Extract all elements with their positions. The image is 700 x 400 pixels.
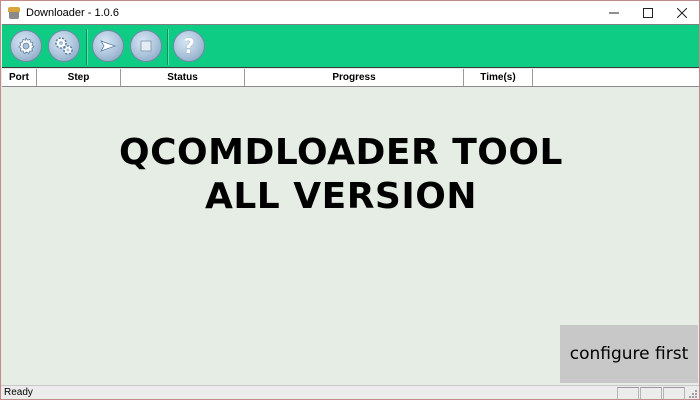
- banner-text: QCOMDLOADER TOOL ALL VERSION: [1, 131, 681, 219]
- banner-line-2: ALL VERSION: [204, 176, 477, 217]
- window-title: Downloader - 1.0.6: [26, 6, 119, 19]
- settings-button[interactable]: [10, 30, 42, 62]
- status-panel: [663, 387, 685, 399]
- maximize-icon: [643, 7, 653, 18]
- close-button[interactable]: [665, 1, 699, 24]
- resize-grip-icon[interactable]: [687, 388, 698, 399]
- advanced-settings-button[interactable]: [48, 30, 80, 62]
- toolbar-separator: [167, 29, 169, 65]
- minimize-icon: [609, 12, 619, 13]
- minimize-button[interactable]: [597, 1, 631, 24]
- close-icon: [677, 7, 687, 18]
- column-header-time[interactable]: Time(s): [464, 69, 533, 86]
- status-panel: [640, 387, 662, 399]
- status-panel: [617, 387, 639, 399]
- column-header-status[interactable]: Status: [121, 69, 245, 86]
- gears-icon: [55, 37, 73, 55]
- configure-first-button[interactable]: configure first: [560, 325, 698, 383]
- table-header: Port Step Status Progress Time(s): [2, 69, 699, 87]
- app-icon: [7, 6, 21, 20]
- stop-icon: [140, 40, 152, 52]
- help-icon: ?: [183, 34, 195, 58]
- play-icon: [100, 40, 117, 52]
- window-controls: [597, 1, 699, 24]
- column-header-progress[interactable]: Progress: [245, 69, 464, 86]
- gear-icon: [18, 37, 35, 55]
- banner-line-1: QCOMDLOADER TOOL: [119, 132, 563, 173]
- help-button[interactable]: ?: [173, 30, 205, 62]
- downloader-window: Downloader - 1.0.6 ? Port Step Status Pr…: [0, 0, 700, 400]
- toolbar: ?: [2, 24, 699, 68]
- column-header-port[interactable]: Port: [2, 69, 37, 86]
- stop-button[interactable]: [130, 30, 162, 62]
- title-bar: Downloader - 1.0.6: [1, 1, 699, 24]
- status-text: Ready: [4, 387, 33, 398]
- start-button[interactable]: [92, 30, 124, 62]
- toolbar-separator: [86, 29, 88, 65]
- maximize-button[interactable]: [631, 1, 665, 24]
- status-bar: Ready: [1, 385, 699, 399]
- column-header-step[interactable]: Step: [37, 69, 121, 86]
